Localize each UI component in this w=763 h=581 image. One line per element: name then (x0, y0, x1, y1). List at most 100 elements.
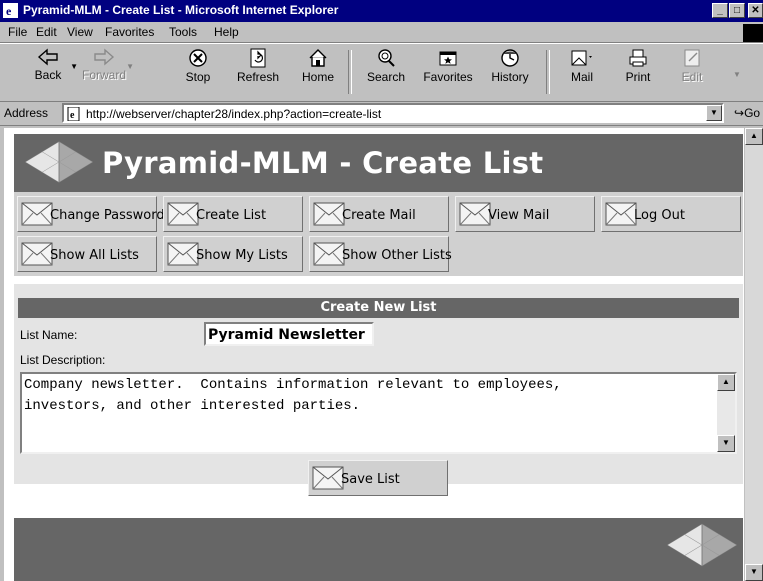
edit-button[interactable]: Edit (666, 48, 718, 98)
envelope-icon (313, 200, 345, 228)
log-out-button[interactable]: Log Out (601, 196, 741, 232)
pyramid-logo-icon (666, 522, 738, 568)
envelope-icon (21, 200, 53, 228)
nav-panel: Change Password Create List Create Mail … (14, 192, 743, 276)
envelope-icon (605, 200, 637, 228)
favorites-label: Favorites (423, 70, 473, 84)
nav-label: Create Mail (342, 208, 416, 223)
scroll-down-arrow-icon[interactable]: ▼ (717, 435, 735, 452)
address-dropdown-button[interactable]: ▼ (706, 105, 722, 121)
favorites-icon (439, 51, 457, 66)
page-scrollbar[interactable]: ▲ ▼ (745, 128, 763, 581)
svg-text:e: e (70, 110, 75, 121)
window-title: Pyramid-MLM - Create List - Microsoft In… (23, 3, 339, 17)
list-description-text: Company newsletter. Contains information… (24, 377, 562, 414)
window-title-bar[interactable]: e Pyramid-MLM - Create List - Microsoft … (0, 0, 763, 22)
history-label: History (491, 70, 529, 84)
favorites-button[interactable]: Favorites (420, 48, 476, 98)
home-button[interactable]: Home (292, 48, 344, 98)
windows-logo-icon (743, 24, 763, 42)
stop-icon (189, 49, 207, 67)
create-list-button[interactable]: Create List (163, 196, 303, 232)
textarea-scrollbar[interactable]: ▲ ▼ (717, 374, 735, 452)
envelope-icon (21, 240, 53, 268)
search-label: Search (366, 70, 406, 84)
mail-button[interactable]: Mail (556, 48, 608, 98)
create-list-form: Create New List List Name: Pyramid Newsl… (14, 284, 743, 496)
forward-arrow-icon (94, 48, 115, 66)
toolbar-separator (348, 50, 352, 94)
envelope-icon (459, 200, 491, 228)
refresh-label: Refresh (236, 70, 280, 84)
print-label: Print (625, 70, 651, 84)
nav-label: Create List (196, 208, 267, 223)
envelope-icon (167, 240, 199, 268)
nav-label: Show My Lists (196, 248, 288, 263)
menu-edit[interactable]: Edit (36, 25, 57, 39)
show-all-lists-button[interactable]: Show All Lists (17, 236, 157, 272)
menu-file[interactable]: File (8, 25, 27, 39)
svg-text:e: e (6, 4, 12, 18)
scroll-down-arrow-icon[interactable]: ▼ (745, 564, 763, 581)
list-name-input[interactable]: Pyramid Newsletter (204, 322, 374, 346)
go-button[interactable]: ↪Go (734, 106, 760, 120)
back-button[interactable]: Back ▼ (22, 48, 78, 98)
back-label: Back (34, 68, 62, 82)
scroll-up-arrow-icon[interactable]: ▲ (745, 128, 763, 145)
print-button[interactable]: Print (612, 48, 664, 98)
nav-label: View Mail (488, 208, 550, 223)
save-list-button[interactable]: Save List (308, 460, 448, 496)
stop-label: Stop (185, 70, 211, 84)
view-mail-button[interactable]: View Mail (455, 196, 595, 232)
pyramid-logo-icon (24, 140, 94, 184)
list-description-textarea[interactable]: Company newsletter. Contains information… (20, 372, 737, 454)
search-icon (378, 49, 395, 67)
menu-tools[interactable]: Tools (169, 25, 197, 39)
maximize-button[interactable]: □ (729, 3, 745, 18)
envelope-icon (313, 240, 345, 268)
stop-button[interactable]: Stop (172, 48, 224, 98)
edit-icon (684, 49, 700, 67)
address-bar: Address e http://webserver/chapter28/ind… (0, 101, 763, 126)
page-title: Pyramid-MLM - Create List (102, 146, 544, 180)
page-viewport: Pyramid-MLM - Create List Change Passwor… (4, 128, 744, 581)
edit-label: Edit (681, 70, 703, 84)
menu-favorites[interactable]: Favorites (105, 25, 154, 39)
page-icon: e (67, 107, 80, 121)
minimize-button[interactable]: _ (712, 3, 728, 18)
nav-label: Show Other Lists (342, 248, 452, 263)
history-button[interactable]: History (484, 48, 536, 98)
chevron-down-icon[interactable]: ▼ (70, 62, 78, 71)
home-icon (309, 49, 327, 67)
list-name-label: List Name: (20, 328, 78, 342)
show-my-lists-button[interactable]: Show My Lists (163, 236, 303, 272)
envelope-icon (167, 200, 199, 228)
chevron-down-icon[interactable]: ▼ (126, 62, 134, 71)
close-button[interactable]: ✕ (748, 3, 763, 18)
menu-bar: File Edit View Favorites Tools Help (0, 22, 763, 43)
show-other-lists-button[interactable]: Show Other Lists (309, 236, 452, 272)
address-url: http://webserver/chapter28/index.php?act… (86, 107, 382, 121)
chevron-down-icon[interactable]: ▼ (733, 70, 741, 79)
menu-view[interactable]: View (67, 25, 93, 39)
create-mail-button[interactable]: Create Mail (309, 196, 449, 232)
change-password-button[interactable]: Change Password (17, 196, 165, 232)
address-input[interactable]: e http://webserver/chapter28/index.php?a… (62, 103, 724, 123)
scroll-up-arrow-icon[interactable]: ▲ (717, 374, 735, 391)
forward-button[interactable]: Forward ▼ (78, 48, 134, 98)
nav-label: Change Password (50, 208, 165, 223)
envelope-icon (312, 464, 344, 492)
address-label: Address (4, 106, 49, 120)
back-arrow-icon (37, 48, 58, 66)
toolbar: Back ▼ Forward ▼ Stop Refresh Home Searc… (0, 43, 763, 102)
menu-help[interactable]: Help (214, 25, 239, 39)
forward-label: Forward (81, 68, 126, 82)
search-button[interactable]: Search (360, 48, 412, 98)
refresh-button[interactable]: Refresh (232, 48, 284, 98)
print-icon (629, 49, 647, 67)
history-icon (501, 49, 519, 67)
nav-label: Log Out (634, 208, 685, 223)
home-label: Home (301, 70, 334, 84)
page-header: Pyramid-MLM - Create List (14, 134, 743, 192)
mail-label: Mail (570, 70, 593, 84)
